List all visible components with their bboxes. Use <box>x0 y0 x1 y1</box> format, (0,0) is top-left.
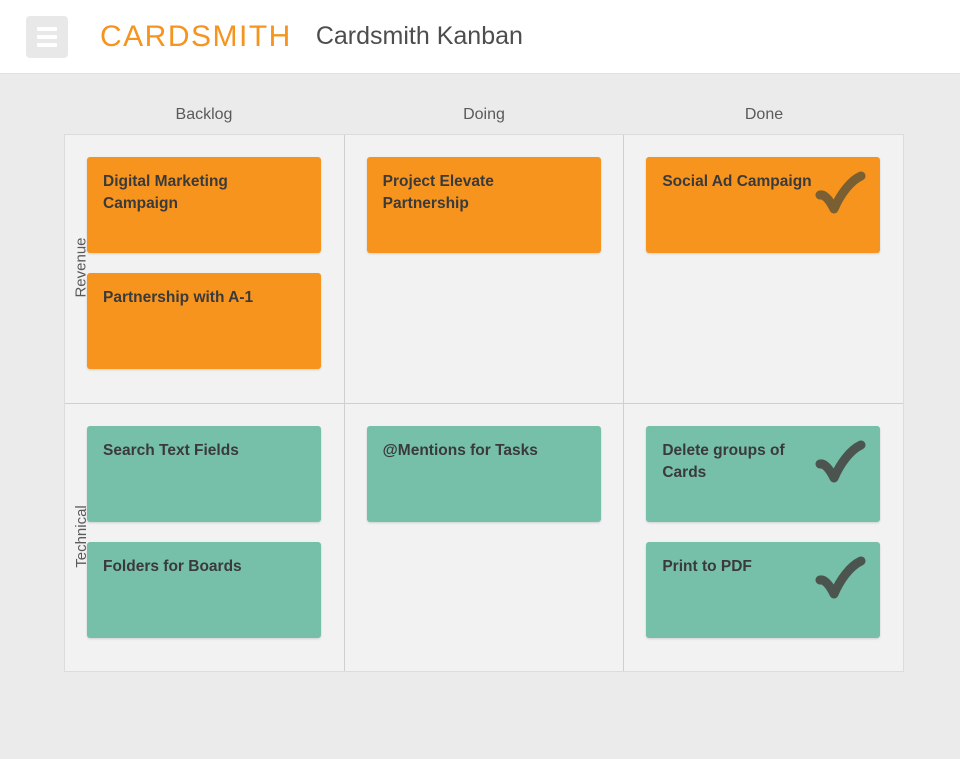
hamburger-menu-icon[interactable] <box>26 15 68 58</box>
column-header-done[interactable]: Done <box>624 106 904 124</box>
grid-cell-revenue-doing[interactable]: Project Elevate Partnership <box>343 135 624 403</box>
hamburger-bar <box>37 42 57 47</box>
kanban-card[interactable]: Partnership with A-1 <box>87 273 321 369</box>
kanban-grid: Revenue Digital Marketing Campaign Partner… <box>64 134 904 672</box>
card-title: Delete groups of Cards <box>662 442 785 481</box>
kanban-card[interactable]: Project Elevate Partnership <box>366 157 601 253</box>
card-title: Social Ad Campaign <box>662 173 812 190</box>
hamburger-bar <box>37 26 57 31</box>
column-header-doing[interactable]: Doing <box>344 106 624 124</box>
board-title: Cardsmith Kanban <box>315 22 523 50</box>
hamburger-bar <box>37 34 57 39</box>
kanban-row-technical: Technical Search Text Fields Folders for B… <box>65 403 903 671</box>
checkmark-icon <box>815 171 866 214</box>
board-area: Backlog Doing Done Revenue Digital Market… <box>0 74 960 672</box>
cardsmith-logo[interactable]: CARDSMITH <box>100 20 292 54</box>
checkmark-icon <box>815 556 866 599</box>
grid-cell-revenue-done[interactable]: Social Ad Campaign <box>623 135 903 403</box>
kanban-card[interactable]: Digital Marketing Campaign <box>87 157 321 253</box>
kanban-card[interactable]: Social Ad Campaign <box>646 157 881 253</box>
card-title: Print to PDF <box>662 558 752 575</box>
column-header-backlog[interactable]: Backlog <box>64 106 344 124</box>
kanban-row-revenue: Revenue Digital Marketing Campaign Partner… <box>65 135 903 403</box>
kanban-card[interactable]: Search Text Fields <box>87 426 321 522</box>
grid-cell-technical-doing[interactable]: @Mentions for Tasks <box>343 404 624 671</box>
card-title: Project Elevate Partnership <box>382 173 494 212</box>
card-title: Search Text Fields <box>103 442 239 459</box>
kanban-card[interactable]: @Mentions for Tasks <box>366 426 601 522</box>
card-title: Partnership with A-1 <box>103 289 254 306</box>
column-headers: Backlog Doing Done <box>64 96 904 134</box>
kanban-card[interactable]: Print to PDF <box>646 542 881 638</box>
grid-cell-technical-done[interactable]: Delete groups of Cards Print to PDF <box>623 404 903 671</box>
card-title: @Mentions for Tasks <box>382 442 538 459</box>
kanban-card[interactable]: Folders for Boards <box>87 542 321 638</box>
checkmark-icon <box>815 440 866 483</box>
kanban-card[interactable]: Delete groups of Cards <box>646 426 881 522</box>
card-title: Folders for Boards <box>103 558 242 575</box>
top-bar: CARDSMITH Cardsmith Kanban <box>0 0 960 74</box>
card-title: Digital Marketing Campaign <box>103 173 228 212</box>
